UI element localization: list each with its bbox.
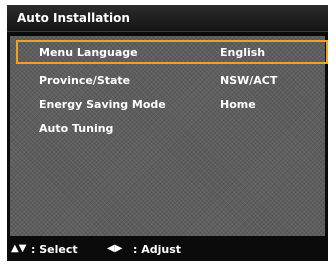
menu-panel: Menu Language English Province/State NSW… [10,36,328,236]
menu-item-value: Home [220,98,256,111]
adjust-hint: : Adjust [133,243,182,256]
menu-item-value: English [220,46,266,59]
footer-help-bar: ▲▼ : Select ◀▶ : Adjust [7,238,328,261]
menu-item-auto-tuning[interactable]: Auto Tuning [10,116,325,140]
up-down-arrows-icon: ▲▼ [11,243,27,254]
menu-item-label: Auto Tuning [39,122,114,135]
title-bar: Auto Installation [7,5,328,32]
menu-item-label: Province/State [39,74,131,87]
osd-window: Auto Installation Menu Language English … [7,5,328,261]
menu-item-label: Menu Language [39,46,138,59]
left-right-arrows-icon: ◀▶ [107,243,123,254]
window-title: Auto Installation [17,11,130,25]
menu-item-value: NSW/ACT [220,74,278,87]
menu-item-province-state[interactable]: Province/State NSW/ACT [10,68,325,92]
menu-item-language[interactable]: Menu Language English [10,40,325,64]
menu-item-label: Energy Saving Mode [39,98,166,111]
select-hint: : Select [31,243,78,256]
menu-item-energy-saving[interactable]: Energy Saving Mode Home [10,92,325,116]
